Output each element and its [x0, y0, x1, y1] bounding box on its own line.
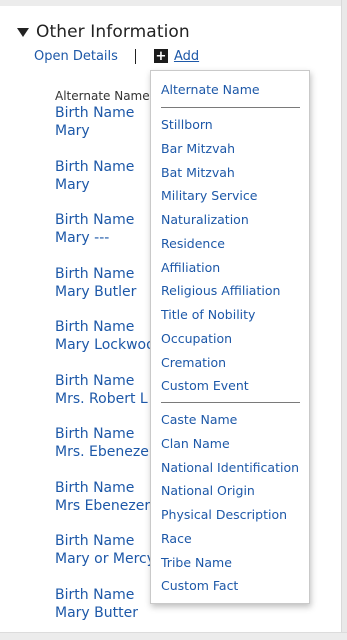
name-value-label[interactable]: Mary Butter: [55, 604, 164, 622]
menu-item-national-identification[interactable]: National Identification: [161, 460, 299, 475]
menu-item-residence[interactable]: Residence: [161, 236, 225, 251]
list-item[interactable]: Birth Name Mary: [55, 104, 164, 158]
list-item[interactable]: Birth Name Mrs Ebenezer: [55, 479, 164, 533]
plus-box-icon[interactable]: +: [153, 49, 168, 63]
open-details-link[interactable]: Open Details: [34, 49, 118, 64]
list-item[interactable]: Birth Name Mrs. Ebenezer: [55, 425, 164, 479]
menu-item-physical-description[interactable]: Physical Description: [161, 507, 287, 522]
menu-item-custom-event[interactable]: Custom Event: [161, 378, 249, 393]
window-bottom-edge: [0, 632, 347, 640]
add-label[interactable]: Add: [174, 49, 199, 64]
section-toolbar: Open Details + Add: [34, 46, 199, 66]
name-type-label[interactable]: Birth Name: [55, 158, 164, 176]
collapse-caret-icon[interactable]: [17, 28, 29, 37]
menu-item-affiliation[interactable]: Affiliation: [161, 260, 220, 275]
alternate-name-list: Birth Name Mary Birth Name Mary Birth Name Ma…: [55, 104, 164, 639]
name-value-label[interactable]: Mrs Ebenezer: [55, 497, 164, 515]
menu-item-custom-fact[interactable]: Custom Fact: [161, 578, 238, 593]
list-item[interactable]: Birth Name Mary: [55, 158, 164, 212]
add-dropdown-menu: Alternate Name Stillborn Bar Mitzvah Bat Mi…: [150, 70, 310, 604]
menu-item-caste-name[interactable]: Caste Name: [161, 412, 237, 427]
menu-item-cremation[interactable]: Cremation: [161, 355, 226, 370]
list-item[interactable]: Birth Name Mrs. Robert L: [55, 372, 164, 426]
menu-item-religious-affiliation[interactable]: Religious Affiliation: [161, 283, 280, 298]
menu-item-bar-mitzvah[interactable]: Bar Mitzvah: [161, 141, 235, 156]
menu-item-military-service[interactable]: Military Service: [161, 188, 257, 203]
menu-item-race[interactable]: Race: [161, 531, 192, 546]
name-value-label[interactable]: Mary: [55, 122, 164, 140]
add-button[interactable]: + Add: [153, 49, 199, 64]
name-type-label[interactable]: Birth Name: [55, 372, 164, 390]
name-value-label[interactable]: Mary ---: [55, 229, 164, 247]
list-item[interactable]: Birth Name Mary ---: [55, 211, 164, 265]
menu-item-clan-name[interactable]: Clan Name: [161, 436, 230, 451]
menu-item-naturalization[interactable]: Naturalization: [161, 212, 249, 227]
name-value-label[interactable]: Mary: [55, 176, 164, 194]
window-right-edge: [341, 0, 347, 640]
name-value-label[interactable]: Mary Lockwood: [55, 336, 164, 354]
name-type-label[interactable]: Birth Name: [55, 318, 164, 336]
menu-item-stillborn[interactable]: Stillborn: [161, 117, 213, 132]
list-item[interactable]: Birth Name Mary Lockwood: [55, 318, 164, 372]
menu-item-alternate-name[interactable]: Alternate Name: [161, 82, 260, 97]
menu-item-bat-mitzvah[interactable]: Bat Mitzvah: [161, 165, 235, 180]
name-type-label[interactable]: Birth Name: [55, 265, 164, 283]
menu-item-national-origin[interactable]: National Origin: [161, 483, 255, 498]
name-type-label[interactable]: Birth Name: [55, 211, 164, 229]
menu-separator: [161, 107, 300, 108]
name-type-label[interactable]: Birth Name: [55, 479, 164, 497]
section-title: Other Information: [36, 22, 190, 42]
list-item[interactable]: Birth Name Mary Butter: [55, 586, 164, 640]
name-type-label[interactable]: Birth Name: [55, 104, 164, 122]
menu-item-occupation[interactable]: Occupation: [161, 331, 232, 346]
name-value-label[interactable]: Mrs. Ebenezer: [55, 443, 164, 461]
column-header-alternate-name: Alternate Name: [55, 89, 150, 103]
menu-item-title-of-nobility[interactable]: Title of Nobility: [161, 307, 255, 322]
menu-separator: [161, 402, 300, 403]
section-header[interactable]: Other Information: [17, 21, 190, 43]
menu-item-tribe-name[interactable]: Tribe Name: [161, 555, 232, 570]
name-type-label[interactable]: Birth Name: [55, 532, 164, 550]
name-value-label[interactable]: Mary or Mercy: [55, 550, 164, 568]
name-value-label[interactable]: Mary Butler: [55, 283, 164, 301]
name-type-label[interactable]: Birth Name: [55, 425, 164, 443]
list-item[interactable]: Birth Name Mary or Mercy: [55, 532, 164, 586]
name-type-label[interactable]: Birth Name: [55, 586, 164, 604]
name-value-label[interactable]: Mrs. Robert L: [55, 390, 164, 408]
window-top-edge: [0, 0, 347, 6]
list-item[interactable]: Birth Name Mary Butler: [55, 265, 164, 319]
toolbar-divider: [134, 48, 136, 64]
